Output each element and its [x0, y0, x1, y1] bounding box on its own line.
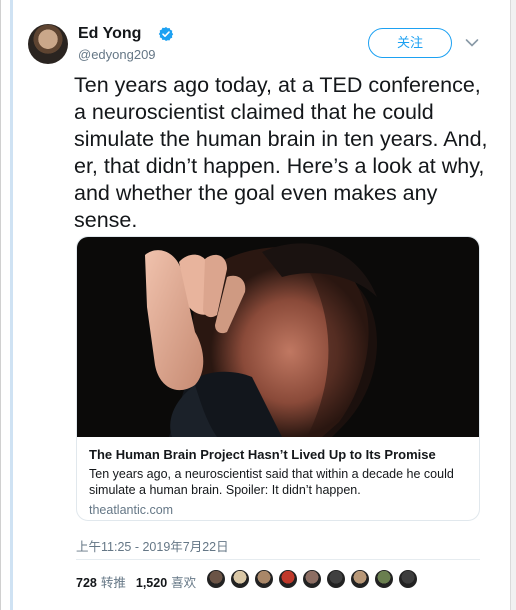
card-body: The Human Brain Project Hasn’t Lived Up …: [89, 446, 469, 517]
thread-accent-bar: [10, 0, 13, 610]
liker-avatar[interactable]: [254, 569, 274, 589]
card-description: Ten years ago, a neuroscientist said tha…: [89, 467, 454, 497]
user-handle[interactable]: @edyong209: [78, 47, 156, 62]
divider: [76, 559, 480, 560]
card-domain[interactable]: theatlantic.com: [89, 503, 469, 517]
liker-avatar[interactable]: [278, 569, 298, 589]
verified-badge-icon: [158, 27, 174, 41]
liker-avatar[interactable]: [374, 569, 394, 589]
display-name[interactable]: Ed Yong: [78, 25, 141, 43]
window-edge: [510, 0, 516, 610]
tweet-text: Ten years ago today, at a TED conference…: [74, 73, 488, 232]
liker-avatar[interactable]: [326, 569, 346, 589]
card-image: [77, 237, 479, 437]
link-card[interactable]: The Human Brain Project Hasn’t Lived Up …: [76, 236, 480, 521]
liker-avatar[interactable]: [398, 569, 418, 589]
like-label[interactable]: 喜欢: [171, 576, 196, 590]
tweet-stats: 728 转推 1,520 喜欢: [76, 572, 206, 591]
liker-avatar[interactable]: [350, 569, 370, 589]
card-title[interactable]: The Human Brain Project Hasn’t Lived Up …: [89, 446, 469, 464]
chevron-down-icon[interactable]: [465, 38, 479, 48]
liker-avatar[interactable]: [230, 569, 250, 589]
retweet-label[interactable]: 转推: [101, 576, 126, 590]
follow-button[interactable]: 关注: [368, 28, 452, 58]
liker-avatar[interactable]: [302, 569, 322, 589]
tweet-timestamp[interactable]: 上午11:25 - 2019年7月22日: [76, 536, 229, 555]
like-count[interactable]: 1,520: [136, 576, 167, 590]
liker-avatar[interactable]: [206, 569, 226, 589]
liker-avatars: [206, 569, 422, 591]
retweet-count[interactable]: 728: [76, 576, 97, 590]
avatar[interactable]: [28, 24, 68, 64]
